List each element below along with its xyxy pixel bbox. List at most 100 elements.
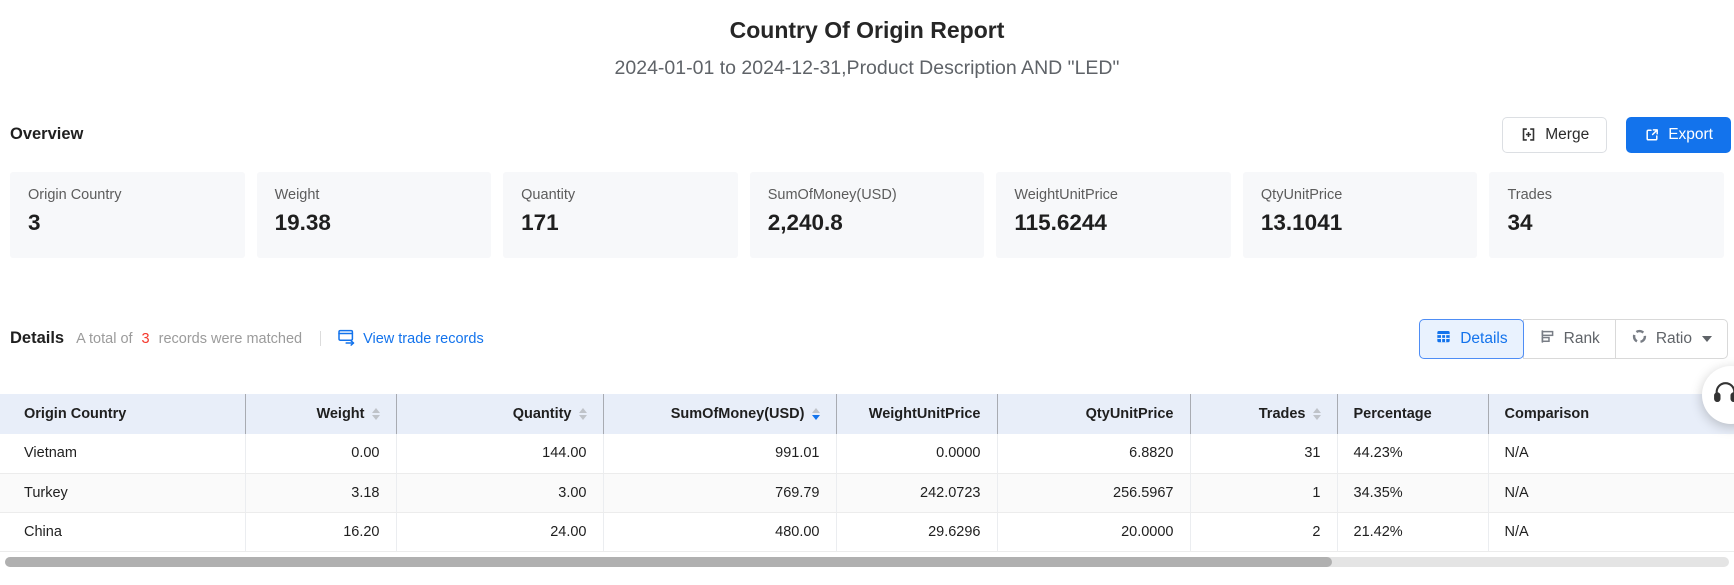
sort-carets-icon[interactable]: [372, 408, 380, 420]
column-header-comparison: Comparison: [1488, 394, 1734, 434]
cell-origin-country: Turkey: [0, 473, 245, 512]
tab-ratio-label: Ratio: [1656, 330, 1692, 348]
bar-chart-icon: [1539, 328, 1556, 350]
page-subtitle: 2024-01-01 to 2024-12-31,Product Descrip…: [0, 57, 1734, 80]
summary-prefix: A total of: [76, 331, 132, 347]
cell-qtyunitprice: 6.8820: [997, 434, 1190, 473]
sort-carets-icon[interactable]: [1313, 408, 1321, 420]
horizontal-scrollbar[interactable]: [5, 557, 1729, 567]
sort-carets-icon[interactable]: [579, 408, 587, 420]
details-table: Origin Country Weight Quantity SumOfMoney(U…: [0, 394, 1734, 552]
tab-details[interactable]: Details: [1419, 319, 1523, 359]
cell-weightunitprice: 29.6296: [836, 512, 997, 551]
column-header-trades[interactable]: Trades: [1190, 394, 1337, 434]
details-heading: Details: [10, 329, 64, 348]
details-toolbar: Details A total of 3 records were matche…: [0, 318, 1734, 359]
column-header-origin-country: Origin Country: [0, 394, 245, 434]
column-header-qtyunitprice: QtyUnitPrice: [997, 394, 1190, 434]
overview-heading: Overview: [10, 125, 83, 144]
view-trade-records-link[interactable]: View trade records: [337, 327, 484, 350]
sort-caret-up: [579, 408, 587, 413]
overview-card-label: SumOfMoney(USD): [768, 187, 967, 203]
cell-qtyunitprice: 20.0000: [997, 512, 1190, 551]
column-header-quantity[interactable]: Quantity: [396, 394, 603, 434]
cell-weightunitprice: 242.0723: [836, 473, 997, 512]
overview-card-value: 34: [1507, 210, 1706, 236]
overview-card-label: Weight: [275, 187, 474, 203]
cell-sumofmoney-usd: 769.79: [603, 473, 836, 512]
sort-caret-down: [579, 415, 587, 420]
vertical-divider: [320, 331, 321, 346]
column-label: Origin Country: [24, 406, 126, 422]
cell-percentage: 21.42%: [1337, 512, 1488, 551]
tab-rank[interactable]: Rank: [1523, 319, 1616, 359]
cell-comparison: N/A: [1488, 473, 1734, 512]
cell-origin-country: China: [0, 512, 245, 551]
column-label: WeightUnitPrice: [869, 406, 981, 422]
external-link-icon: [1644, 127, 1660, 143]
cell-sumofmoney-usd: 991.01: [603, 434, 836, 473]
table-row-china: China16.2024.00480.0029.629620.0000221.4…: [0, 512, 1734, 551]
toolbar-buttons: Merge Export: [1502, 117, 1731, 153]
export-button[interactable]: Export: [1626, 117, 1731, 153]
records-matched-summary: A total of 3 records were matched: [76, 331, 302, 347]
column-label: Comparison: [1505, 406, 1590, 422]
country-of-origin-report-page: Country Of Origin Report 2024-01-01 to 2…: [0, 0, 1734, 567]
sort-caret-up: [1313, 408, 1321, 413]
table-grid-icon: [1435, 328, 1452, 350]
overview-card-label: QtyUnitPrice: [1261, 187, 1460, 203]
caret-down-icon: [1702, 336, 1712, 342]
sort-caret-up: [372, 408, 380, 413]
cell-qtyunitprice: 256.5967: [997, 473, 1190, 512]
column-header-weightunitprice: WeightUnitPrice: [836, 394, 997, 434]
cell-weight: 3.18: [245, 473, 396, 512]
overview-cards: Origin Country 3 Weight 19.38 Quantity 1…: [0, 172, 1734, 258]
column-header-sumofmoney-usd[interactable]: SumOfMoney(USD): [603, 394, 836, 434]
overview-card-value: 2,240.8: [768, 210, 967, 236]
overview-card-trades: Trades 34: [1489, 172, 1724, 258]
column-header-percentage: Percentage: [1337, 394, 1488, 434]
cell-quantity: 24.00: [396, 512, 603, 551]
overview-card-value: 13.1041: [1261, 210, 1460, 236]
trade-records-icon: [337, 327, 356, 350]
tab-details-label: Details: [1460, 330, 1507, 348]
headset-icon: [1712, 379, 1734, 411]
cell-trades: 2: [1190, 512, 1337, 551]
cell-percentage: 34.35%: [1337, 473, 1488, 512]
overview-card-sumofmoney-usd: SumOfMoney(USD) 2,240.8: [750, 172, 985, 258]
cell-quantity: 144.00: [396, 434, 603, 473]
sort-caret-up: [812, 408, 820, 413]
view-trade-records-label: View trade records: [363, 331, 484, 347]
cell-weight: 16.20: [245, 512, 396, 551]
cell-weightunitprice: 0.0000: [836, 434, 997, 473]
sort-caret-down: [1313, 415, 1321, 420]
overview-card-label: WeightUnitPrice: [1014, 187, 1213, 203]
cell-quantity: 3.00: [396, 473, 603, 512]
overview-card-qtyunitprice: QtyUnitPrice 13.1041: [1243, 172, 1478, 258]
column-header-weight[interactable]: Weight: [245, 394, 396, 434]
sort-carets-icon[interactable]: [812, 408, 820, 420]
column-label: Percentage: [1354, 406, 1432, 422]
overview-card-value: 3: [28, 210, 227, 236]
table-header-row: Origin Country Weight Quantity SumOfMoney(U…: [0, 394, 1734, 434]
tab-ratio[interactable]: Ratio: [1615, 319, 1728, 359]
overview-card-label: Trades: [1507, 187, 1706, 203]
overview-card-value: 115.6244: [1014, 210, 1213, 236]
donut-circle-icon: [1631, 328, 1648, 350]
column-label: SumOfMoney(USD): [671, 406, 805, 422]
merge-cells-icon: [1520, 126, 1537, 143]
cell-origin-country: Vietnam: [0, 434, 245, 473]
merge-button[interactable]: Merge: [1502, 117, 1607, 153]
overview-card-label: Quantity: [521, 187, 720, 203]
table-row-turkey: Turkey3.183.00769.79242.0723256.5967134.…: [0, 473, 1734, 512]
page-title: Country Of Origin Report: [0, 0, 1734, 44]
details-summary-group: Details A total of 3 records were matche…: [10, 327, 484, 350]
cell-trades: 1: [1190, 473, 1337, 512]
overview-card-label: Origin Country: [28, 187, 227, 203]
summary-suffix: records were matched: [159, 331, 302, 347]
cell-weight: 0.00: [245, 434, 396, 473]
column-label: Weight: [316, 406, 364, 422]
scrollbar-thumb[interactable]: [5, 557, 1332, 567]
overview-card-quantity: Quantity 171: [503, 172, 738, 258]
sort-caret-down: [812, 415, 820, 420]
